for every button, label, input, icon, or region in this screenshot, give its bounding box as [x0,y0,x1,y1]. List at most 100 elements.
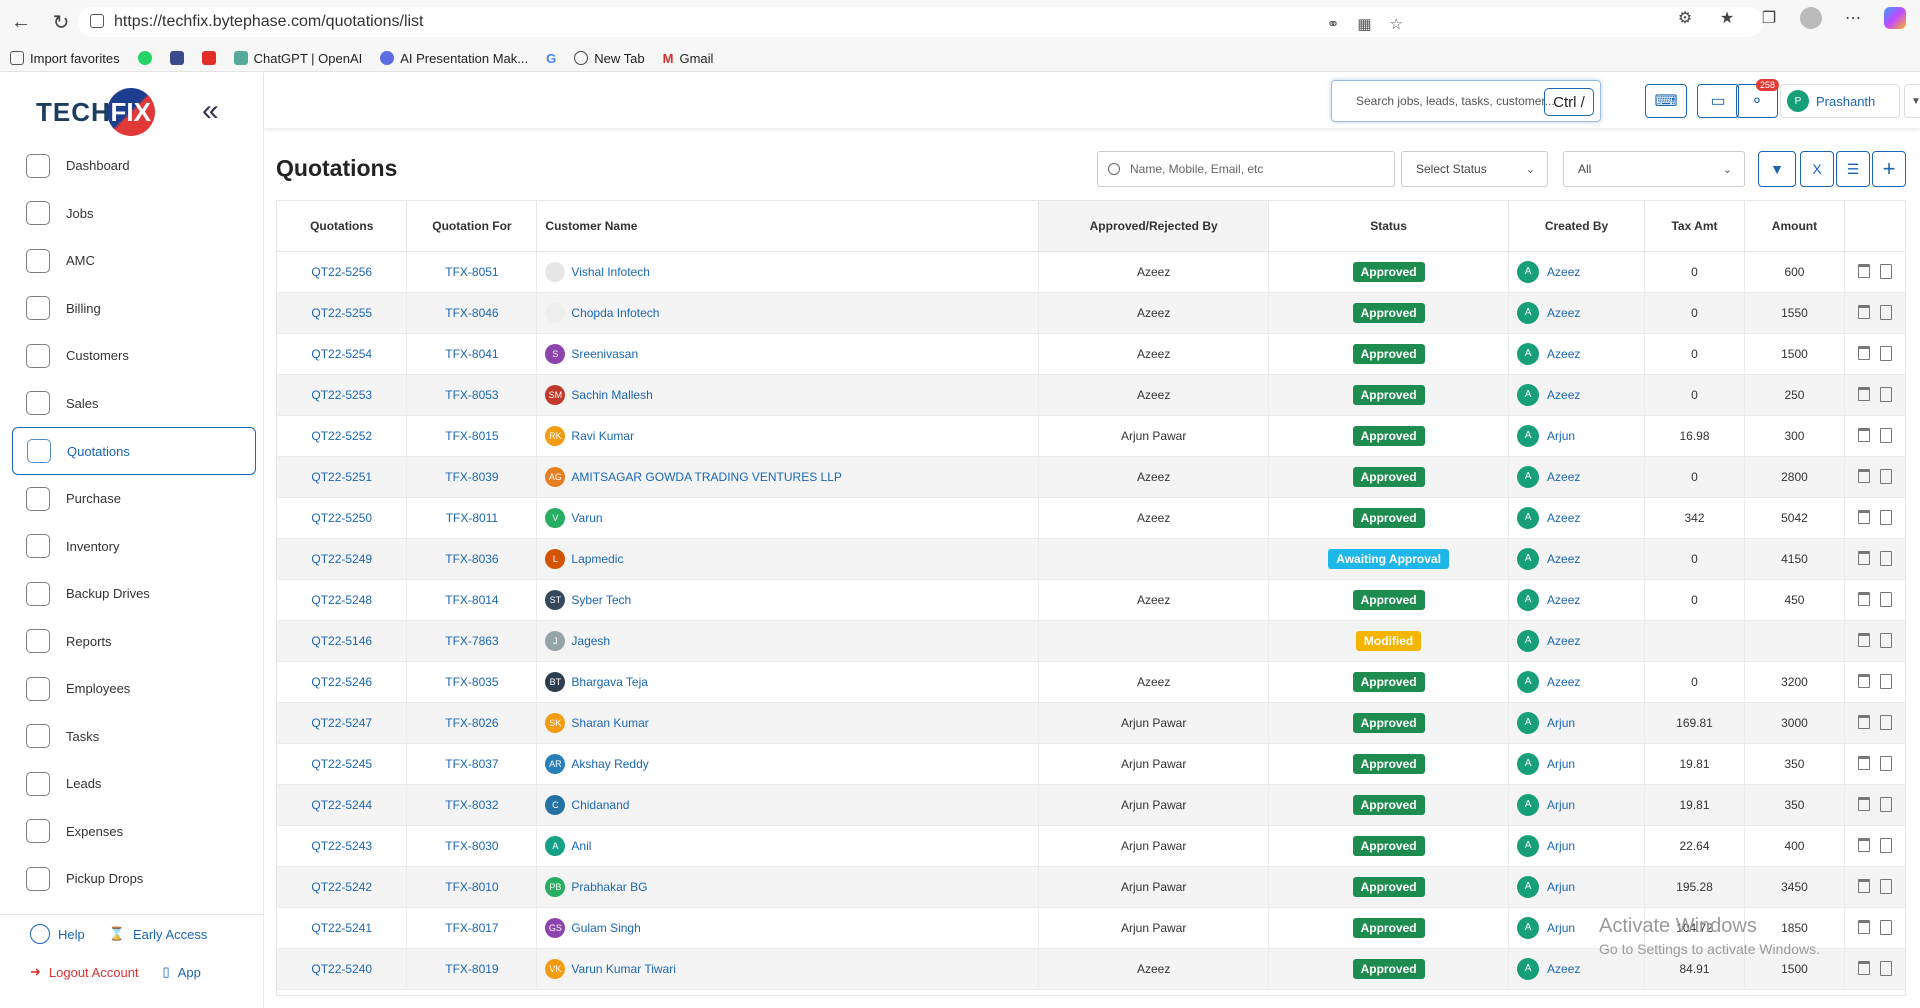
quotation-id-link[interactable]: QT22-5254 [277,333,408,375]
sidebar-item-reports[interactable]: Reports [12,618,256,666]
delete-icon[interactable] [1858,592,1871,606]
whatsapp-icon[interactable] [137,51,152,65]
job-id-link[interactable]: TFX-8041 [406,333,538,375]
display-button[interactable]: ▭ [1697,84,1739,118]
job-id-link[interactable]: TFX-8051 [406,251,538,293]
quotation-id-link[interactable]: QT22-5245 [277,743,408,785]
range-select[interactable]: All ⌄ [1563,151,1745,187]
sidebar-item-tasks[interactable]: Tasks [12,713,256,761]
table-row[interactable]: QT22-5243 TFX-8030 A Anil Arjun Pawar Approve… [277,825,1905,867]
delete-icon[interactable] [1858,510,1871,524]
sidebar-item-employees[interactable]: Employees [12,665,256,713]
bookmark-gmail[interactable]: M Gmail [663,51,714,66]
quotation-id-link[interactable]: QT22-5256 [277,251,408,293]
customer-name-link[interactable]: S Sreenivasan [545,343,1038,364]
shield-icon[interactable] [169,51,184,65]
quotation-id-link[interactable]: QT22-5246 [277,661,408,703]
collapse-sidebar-icon[interactable]: « [202,94,219,128]
delete-icon[interactable] [1858,428,1871,442]
table-row[interactable]: QT22-5248 TFX-8014 ST Syber Tech Azeez Approv… [277,579,1905,621]
sidebar-item-pickup-drops[interactable]: Pickup Drops [12,855,256,903]
app-link[interactable]: ▯ App [163,964,201,980]
table-row[interactable]: QT22-5246 TFX-8035 BT Bhargava Teja Azeez App… [277,661,1905,703]
customer-name-link[interactable]: AR Akshay Reddy [545,753,1038,774]
customer-name-link[interactable]: BT Bhargava Teja [545,671,1038,692]
sidebar-item-purchase[interactable]: Purchase [12,475,256,523]
delete-icon[interactable] [1858,715,1871,729]
created-by-link[interactable]: A Arjun [1509,834,1644,857]
column-header[interactable]: Customer Name [536,201,1040,252]
customer-name-link[interactable]: RK Ravi Kumar [545,425,1038,446]
job-id-link[interactable]: TFX-8015 [406,415,538,457]
delete-icon[interactable] [1858,551,1871,565]
notifications-button[interactable]: ⚬ 258 [1736,79,1779,118]
created-by-link[interactable]: A Azeez [1509,506,1644,529]
column-header[interactable]: Quotation For [406,201,538,252]
document-icon[interactable] [1880,838,1893,853]
youtube-icon[interactable] [201,51,216,65]
table-row[interactable]: QT22-5244 TFX-8032 C Chidanand Arjun Pawar Ap… [277,784,1905,826]
chevron-down-icon[interactable]: ▼ [1904,84,1920,118]
customer-name-link[interactable]: AG AMITSAGAR GOWDA TRADING VENTURES LLP [545,466,1038,487]
profile-icon[interactable] [1800,7,1822,29]
customer-name-link[interactable]: Chopda Infotech [545,302,1038,323]
created-by-link[interactable]: A Azeez [1509,629,1644,652]
customer-name-link[interactable]: J Jagesh [545,630,1038,651]
column-header[interactable]: Status [1268,201,1510,252]
global-search-input[interactable]: Search jobs, leads, tasks, customer... C… [1331,80,1601,122]
star-icon[interactable]: ☆ [1390,15,1403,33]
quotation-id-link[interactable]: QT22-5251 [277,456,408,498]
document-icon[interactable] [1880,551,1893,566]
delete-icon[interactable] [1858,469,1871,483]
status-select[interactable]: Select Status ⌄ [1401,151,1548,187]
sidebar-item-billing[interactable]: Billing [12,285,256,333]
reload-icon[interactable]: ↻ [46,7,76,37]
sidebar-item-inventory[interactable]: Inventory [12,523,256,571]
sidebar-item-dashboard[interactable]: Dashboard [12,142,256,190]
table-row[interactable]: QT22-5256 TFX-8051 Vishal Infotech Azeez App… [277,251,1905,293]
quotation-id-link[interactable]: QT22-5249 [277,538,408,580]
keyboard-button[interactable]: ⌨ [1645,84,1687,118]
document-icon[interactable] [1880,428,1893,443]
job-id-link[interactable]: TFX-8053 [406,374,538,416]
document-icon[interactable] [1880,797,1893,812]
bookmark-ai-presentation[interactable]: AI Presentation Mak... [380,51,528,66]
quotation-id-link[interactable]: QT22-5252 [277,415,408,457]
document-icon[interactable] [1880,346,1893,361]
job-id-link[interactable]: TFX-8046 [406,292,538,334]
customer-name-link[interactable]: L Lapmedic [545,548,1038,569]
columns-button[interactable]: ☰ [1836,151,1870,187]
job-id-link[interactable]: TFX-8010 [406,866,538,908]
techfix-logo[interactable]: TECH FIX [36,88,155,136]
document-icon[interactable] [1880,756,1893,771]
document-icon[interactable] [1880,510,1893,525]
created-by-link[interactable]: A Azeez [1509,342,1644,365]
column-header[interactable]: Amount [1744,201,1845,252]
extensions-icon[interactable]: ⚙ [1674,7,1696,29]
quotation-id-link[interactable]: QT22-5243 [277,825,408,867]
sidebar-item-expenses[interactable]: Expenses [12,808,256,856]
job-id-link[interactable]: TFX-8035 [406,661,538,703]
quotation-id-link[interactable]: QT22-5248 [277,579,408,621]
job-id-link[interactable]: TFX-8014 [406,579,538,621]
created-by-link[interactable]: A Arjun [1509,793,1644,816]
quotation-id-link[interactable]: QT22-5250 [277,497,408,539]
customer-name-link[interactable]: V Varun [545,507,1038,528]
table-row[interactable]: QT22-5254 TFX-8041 S Sreenivasan Azeez Approv… [277,333,1905,375]
quotation-id-link[interactable]: QT22-5146 [277,620,408,662]
user-menu[interactable]: P Prashanth [1780,84,1900,118]
column-header[interactable] [1844,201,1905,252]
created-by-link[interactable]: A Arjun [1509,711,1644,734]
more-icon[interactable]: ⋯ [1842,7,1864,29]
job-id-link[interactable]: TFX-8026 [406,702,538,744]
column-header[interactable]: Created By [1508,201,1646,252]
document-icon[interactable] [1880,715,1893,730]
created-by-link[interactable]: A Arjun [1509,875,1644,898]
delete-icon[interactable] [1858,387,1871,401]
quotation-id-link[interactable]: QT22-5255 [277,292,408,334]
table-row[interactable]: QT22-5252 TFX-8015 RK Ravi Kumar Arjun Pawar… [277,415,1905,457]
job-id-link[interactable]: TFX-8039 [406,456,538,498]
created-by-link[interactable]: A Azeez [1509,260,1644,283]
created-by-link[interactable]: A Azeez [1509,383,1644,406]
document-icon[interactable] [1880,633,1893,648]
